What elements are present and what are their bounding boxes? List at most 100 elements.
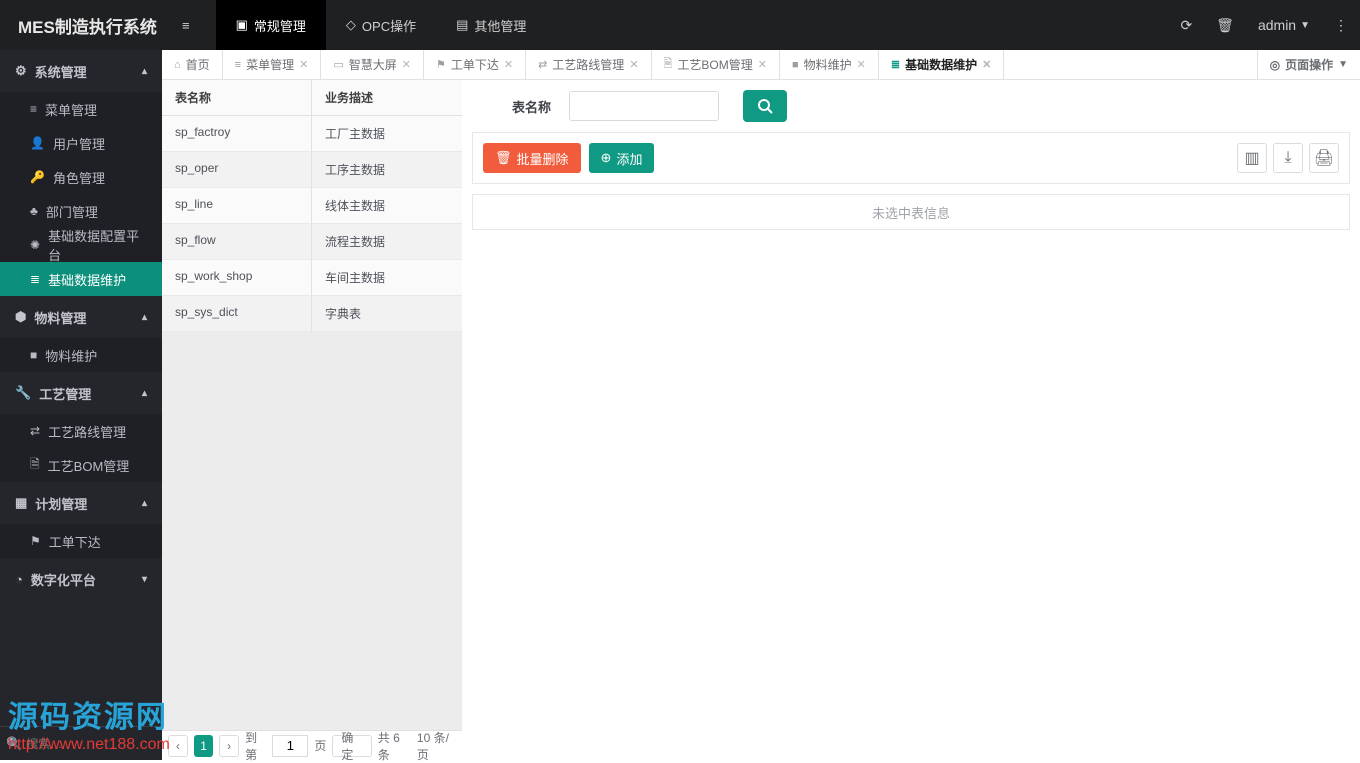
goto-input[interactable] [272, 735, 308, 757]
cubes-icon: ⬢ [15, 309, 26, 325]
sidebar-item-role[interactable]: 🔑角色管理 [0, 160, 162, 194]
tab-bigscreen[interactable]: ▭智慧大屏✕ [321, 50, 424, 79]
sidebar-group-process[interactable]: 🔧工艺管理▴ [0, 372, 162, 414]
columns-button[interactable]: ▥ [1237, 143, 1267, 173]
doc-icon: 🗎 [30, 455, 40, 476]
search-label: 表名称 [512, 97, 551, 116]
tab-label: 基础数据维护 [905, 56, 977, 73]
tab-route[interactable]: ⇄工艺路线管理✕ [526, 50, 651, 79]
search-button[interactable] [743, 90, 787, 122]
table-row[interactable]: sp_sys_dict字典表 [162, 296, 462, 332]
top-menu-opc[interactable]: ◇ OPC操作 [326, 0, 436, 50]
tab-label: 工单下达 [451, 56, 499, 73]
target-icon: ◎ [1270, 58, 1280, 72]
more-button[interactable]: ⋮ [1322, 0, 1360, 50]
more-icon: ⋮ [1334, 17, 1348, 34]
col-desc: 业务描述 [312, 80, 462, 116]
toolbar: 🗑 批量删除 ⊕添加 ▥ ⤓ 🖨 [472, 132, 1350, 184]
tab-bom[interactable]: 🗎工艺BOM管理✕ [652, 50, 780, 79]
refresh-button[interactable]: ⟳ [1168, 0, 1204, 50]
tab-label: 首页 [186, 56, 210, 73]
menu-label: 其他管理 [474, 16, 526, 35]
sidebar-item-label: 用户管理 [53, 134, 105, 153]
close-icon[interactable]: ✕ [504, 58, 513, 71]
chevron-down-icon: ▼ [1300, 20, 1310, 31]
close-icon[interactable]: ✕ [402, 58, 411, 71]
tab-workorder[interactable]: ⚑工单下达✕ [424, 50, 526, 79]
search-icon: 🔍 [6, 736, 22, 752]
sidebar: ⚙系统管理▴ ≡菜单管理 👤用户管理 🔑角色管理 ♣部门管理 ✺基础数据配置平台… [0, 50, 162, 760]
sidebar-item-data-maintain[interactable]: ≣基础数据维护 [0, 262, 162, 296]
table: 表名称 业务描述 sp_factroy工厂主数据 sp_oper工序主数据 sp… [162, 80, 462, 332]
export-button[interactable]: ⤓ [1273, 143, 1303, 173]
opc-icon: ◇ [346, 17, 356, 33]
sidebar-item-label: 角色管理 [53, 168, 105, 187]
add-button[interactable]: ⊕添加 [589, 143, 655, 173]
sidebar-item-material[interactable]: ■物料维护 [0, 338, 162, 372]
sidebar-group-digital[interactable]: ◔数字化平台▾ [0, 558, 162, 600]
table-row[interactable]: sp_line线体主数据 [162, 188, 462, 224]
sidebar-group-material[interactable]: ⬢物料管理▴ [0, 296, 162, 338]
page-ops-button[interactable]: ◎ 页面操作 ▼ [1258, 50, 1360, 79]
sidebar-item-dept[interactable]: ♣部门管理 [0, 194, 162, 228]
search-input[interactable] [569, 91, 719, 121]
table-row[interactable]: sp_factroy工厂主数据 [162, 116, 462, 152]
sidebar-item-menu[interactable]: ≡菜单管理 [0, 92, 162, 126]
cell-desc: 线体主数据 [312, 188, 462, 224]
sidebar-item-user[interactable]: 👤用户管理 [0, 126, 162, 160]
table-row[interactable]: sp_flow流程主数据 [162, 224, 462, 260]
sidebar-item-bom[interactable]: 🗎工艺BOM管理 [0, 448, 162, 482]
user-menu[interactable]: admin▼ [1246, 0, 1322, 50]
batch-delete-button[interactable]: 🗑 批量删除 [483, 143, 581, 173]
sidebar-item-label: 工艺路线管理 [48, 422, 126, 441]
chevron-down-icon: ▼ [1338, 59, 1348, 70]
page-ops-label: 页面操作 [1285, 56, 1333, 73]
close-icon[interactable]: ✕ [982, 58, 991, 71]
sidebar-group-system[interactable]: ⚙系统管理▴ [0, 50, 162, 92]
tab-home[interactable]: ⌂首页 [162, 50, 223, 79]
chevron-up-icon: ▴ [142, 498, 147, 509]
top-menu-other[interactable]: ▤ 其他管理 [436, 0, 546, 50]
print-button[interactable]: 🖨 [1309, 143, 1339, 173]
close-icon[interactable]: ✕ [299, 58, 308, 71]
sidebar-item-label: 基础数据维护 [48, 270, 126, 289]
page-icon: ▣ [236, 17, 248, 33]
tab-data-maintain[interactable]: ≣基础数据维护✕ [879, 50, 1004, 79]
prev-page[interactable]: ‹ [168, 735, 188, 757]
close-icon[interactable]: ✕ [629, 58, 638, 71]
content: 表名称 🗑批量删除 ⊕添加 ▥ ⤓ 🖨 未选中表信息 [462, 80, 1360, 760]
cell-name: sp_sys_dict [162, 296, 312, 332]
cube-icon: ■ [30, 348, 37, 362]
cell-desc: 流程主数据 [312, 224, 462, 260]
close-icon[interactable]: ✕ [758, 58, 767, 71]
group-label: 系统管理 [35, 62, 87, 81]
wrench-icon: 🔧 [15, 385, 31, 401]
top-menu-general[interactable]: ▣常规管理 [216, 0, 326, 50]
trash-icon: 🗑 [495, 150, 512, 166]
sidebar-item-workorder[interactable]: ⚑工单下达 [0, 524, 162, 558]
cell-name: sp_oper [162, 152, 312, 188]
menu-label: OPC操作 [362, 16, 416, 35]
sidebar-search[interactable]: 🔍 [0, 726, 162, 760]
table-row[interactable]: sp_oper工序主数据 [162, 152, 462, 188]
size-label: 10 条/页 [417, 729, 456, 763]
sidebar-toggle[interactable]: ≡ [162, 0, 216, 50]
table-row[interactable]: sp_work_shop车间主数据 [162, 260, 462, 296]
cell-desc: 工序主数据 [312, 152, 462, 188]
tab-material[interactable]: ■物料维护✕ [780, 50, 879, 79]
cell-desc: 车间主数据 [312, 260, 462, 296]
sidebar-search-input[interactable] [26, 737, 181, 751]
goto-button[interactable]: 确定 [332, 735, 371, 757]
table-header: 表名称 业务描述 [162, 80, 462, 116]
calendar-icon: ▦ [15, 495, 27, 511]
sidebar-group-plan[interactable]: ▦计划管理▴ [0, 482, 162, 524]
current-page[interactable]: 1 [194, 735, 214, 757]
close-icon[interactable]: ✕ [857, 58, 866, 71]
other-icon: ▤ [456, 17, 468, 33]
tab-menu[interactable]: ≡菜单管理✕ [223, 50, 322, 79]
delete-button[interactable]: 🗑 [1204, 0, 1246, 50]
sidebar-item-route[interactable]: ⇄工艺路线管理 [0, 414, 162, 448]
next-page[interactable]: › [219, 735, 239, 757]
btn-label: 批量删除 [517, 149, 569, 168]
sidebar-item-data-config[interactable]: ✺基础数据配置平台 [0, 228, 162, 262]
